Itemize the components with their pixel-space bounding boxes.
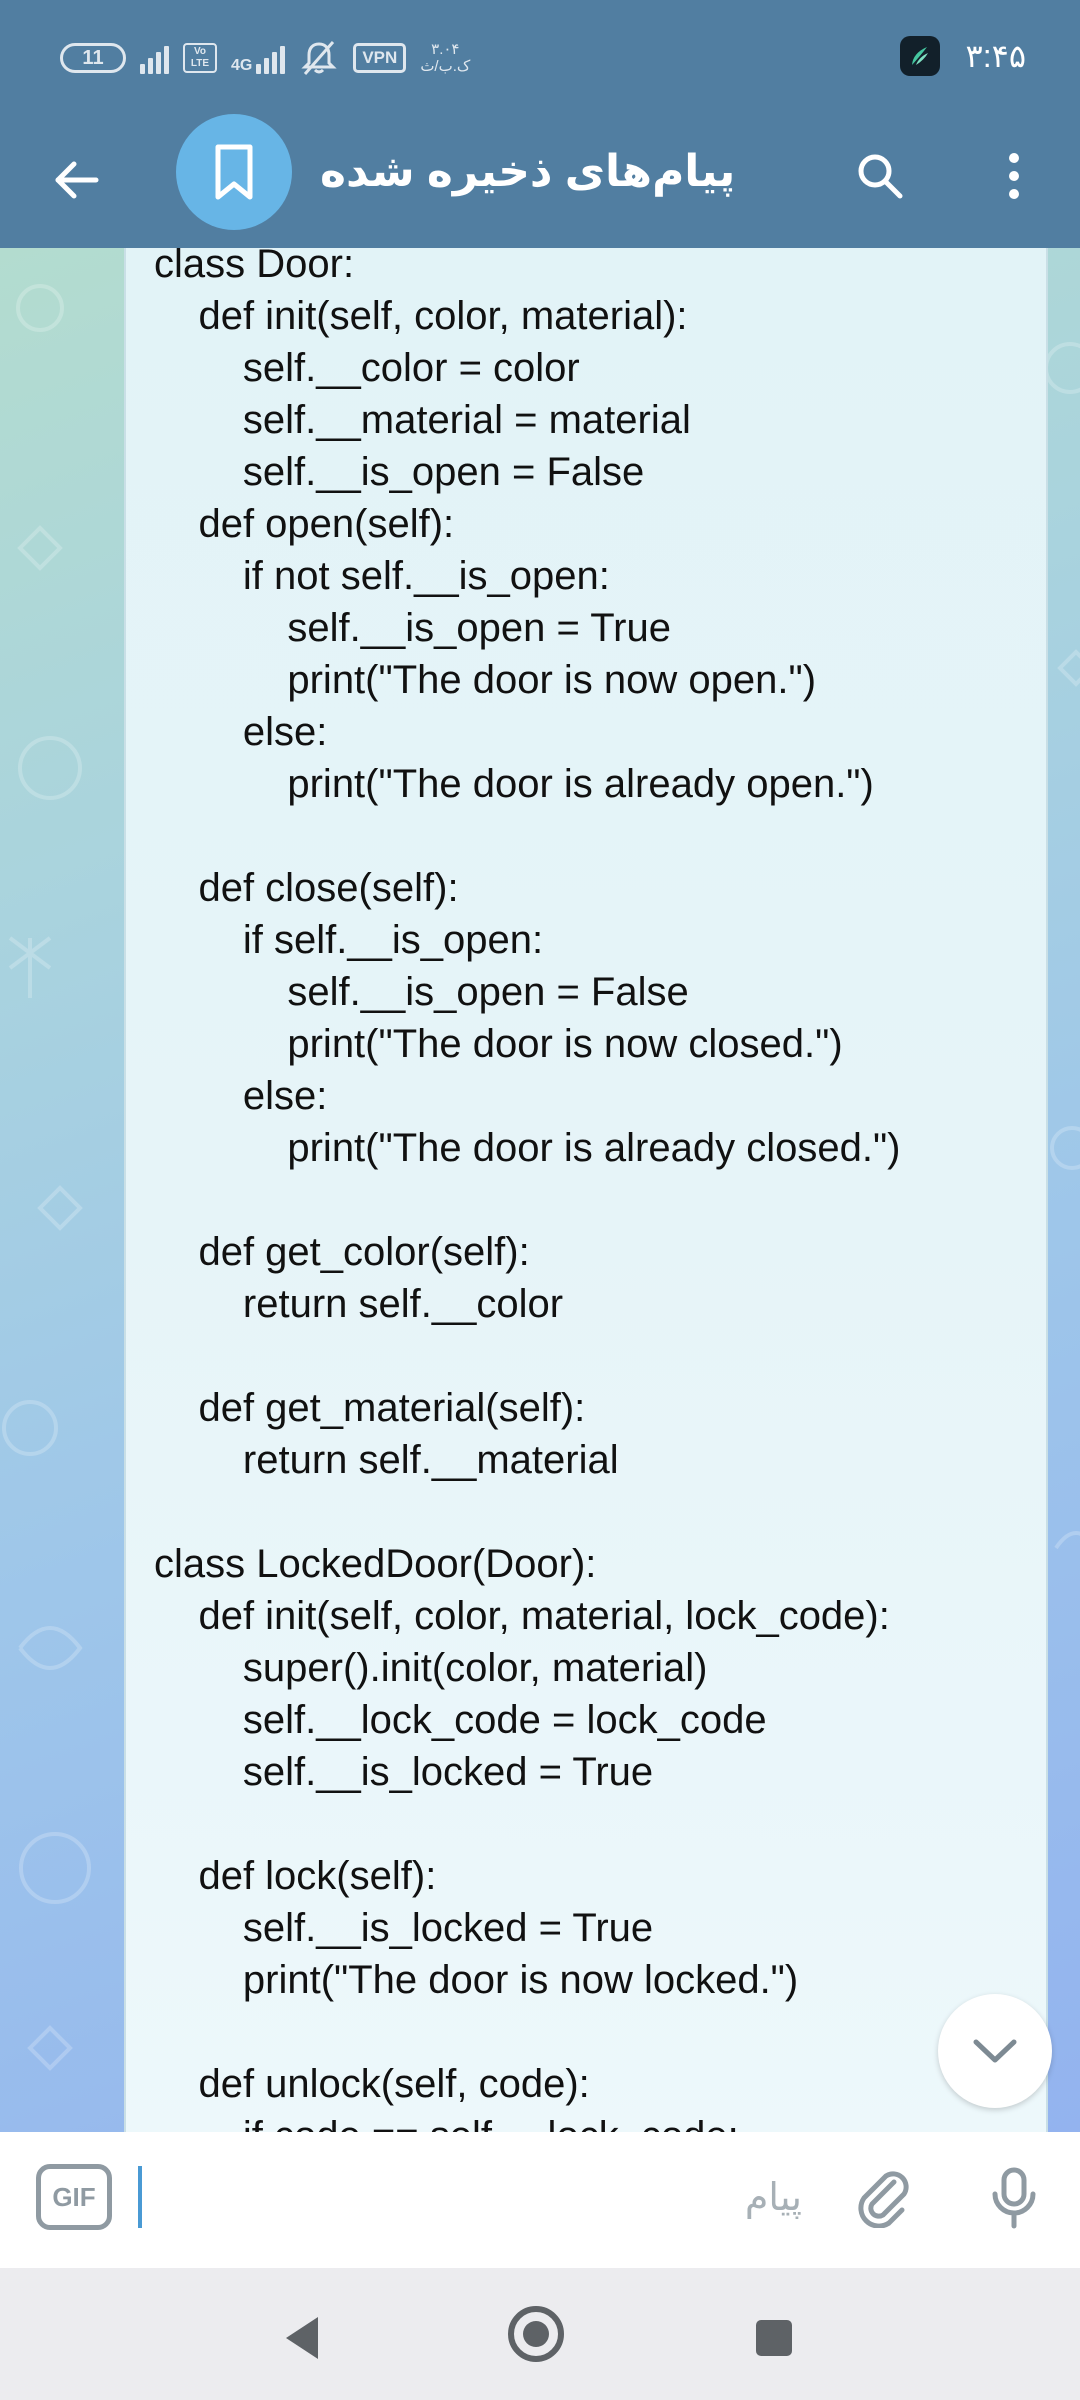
code-line: else: bbox=[154, 1074, 328, 1118]
microphone-icon bbox=[992, 2167, 1036, 2229]
signal-2-icon bbox=[256, 42, 286, 74]
bookmark-icon bbox=[215, 144, 253, 200]
code-line: if code == self.__lock_code: bbox=[154, 2110, 900, 2132]
clock: ۳:۴۵ bbox=[965, 38, 1026, 74]
code-line: class LockedDoor(Door): bbox=[154, 1542, 597, 1586]
message-input[interactable] bbox=[142, 2162, 802, 2232]
code-line: def get_material(self): bbox=[154, 1386, 586, 1430]
code-block: class Door: def init(self, color, materi… bbox=[154, 248, 900, 2132]
header: 11 Vo LTE 4G VPN ۳.۰۴ ک.ب/ث bbox=[0, 0, 1080, 248]
data-speed-unit: ک.ب/ث bbox=[420, 58, 471, 75]
code-line: def close(self): bbox=[154, 866, 459, 910]
code-line: self.__is_open = True bbox=[154, 606, 671, 650]
attach-button[interactable] bbox=[842, 2156, 926, 2240]
back-button[interactable] bbox=[36, 140, 116, 220]
code-line: def get_color(self): bbox=[154, 1230, 530, 1274]
system-navigation-bar bbox=[0, 2268, 1080, 2400]
code-line: class Door: bbox=[154, 248, 355, 286]
code-line: def lock(self): bbox=[154, 1854, 437, 1898]
network-4g-icon: 4G bbox=[231, 42, 286, 74]
code-line: print("The door is now locked.") bbox=[154, 1958, 799, 2002]
code-line: self.__is_locked = True bbox=[154, 1750, 654, 1794]
code-line: def open(self): bbox=[154, 502, 455, 546]
battery-icon: 11 bbox=[60, 43, 126, 73]
code-line: self.__is_open = False bbox=[154, 450, 645, 494]
status-bar: 11 Vo LTE 4G VPN ۳.۰۴ ک.ب/ث ۳:۴۵ bbox=[0, 0, 1080, 110]
triangle-back-icon bbox=[286, 2317, 318, 2359]
scroll-down-button[interactable] bbox=[938, 1994, 1052, 2108]
network-label: 4G bbox=[231, 57, 253, 74]
code-line: self.__is_open = False bbox=[154, 970, 689, 1014]
paperclip-icon bbox=[858, 2171, 909, 2228]
chevron-down-icon bbox=[973, 2039, 1017, 2063]
chat-title[interactable]: پیام‌های ذخیره شده bbox=[320, 140, 735, 204]
chat-area[interactable]: class Door: def init(self, color, materi… bbox=[0, 248, 1080, 2132]
signal-icon bbox=[140, 42, 169, 74]
more-vertical-icon bbox=[1009, 153, 1019, 199]
voice-message-button[interactable] bbox=[972, 2156, 1056, 2240]
code-line: print("The door is now closed.") bbox=[154, 1022, 843, 1066]
data-speed: ۳.۰۴ ک.ب/ث bbox=[420, 41, 470, 75]
gif-button[interactable]: GIF bbox=[36, 2164, 112, 2230]
message-input-bar: GIF bbox=[0, 2132, 1080, 2268]
code-line: self.__color = color bbox=[154, 346, 580, 390]
app-notification-icon bbox=[899, 36, 940, 76]
code-line: def init(self, color, material, lock_cod… bbox=[154, 1594, 890, 1638]
arrow-left-icon bbox=[55, 161, 99, 199]
search-button[interactable] bbox=[840, 136, 920, 216]
code-line: self.__lock_code = lock_code bbox=[154, 1698, 767, 1742]
battery-level: 11 bbox=[82, 46, 104, 69]
code-line: def unlock(self, code): bbox=[154, 2062, 590, 2106]
search-icon bbox=[858, 154, 903, 199]
code-line: print("The door is already open.") bbox=[154, 762, 874, 806]
nav-recents-button[interactable] bbox=[734, 2298, 814, 2378]
code-line: return self.__color bbox=[154, 1282, 564, 1326]
code-line: super().init(color, material) bbox=[154, 1646, 708, 1690]
message-bubble[interactable]: class Door: def init(self, color, materi… bbox=[124, 248, 1048, 2132]
home-circle-icon bbox=[508, 2306, 564, 2362]
code-line: if not self.__is_open: bbox=[154, 554, 610, 598]
code-line: if self.__is_open: bbox=[154, 918, 544, 962]
vpn-icon: VPN bbox=[353, 43, 407, 73]
code-line: return self.__material bbox=[154, 1438, 619, 1482]
status-indicators: 11 Vo LTE 4G VPN ۳.۰۴ ک.ب/ث bbox=[60, 34, 470, 82]
app-bar: پیام‌های ذخیره شده bbox=[0, 110, 1080, 248]
code-line: def init(self, color, material): bbox=[154, 294, 688, 338]
saved-messages-avatar[interactable] bbox=[176, 114, 292, 230]
code-line: else: bbox=[154, 710, 328, 754]
volte-icon: Vo LTE bbox=[183, 43, 217, 73]
nav-back-button[interactable] bbox=[262, 2298, 342, 2378]
more-options-button[interactable] bbox=[974, 136, 1054, 216]
code-line: self.__material = material bbox=[154, 398, 691, 442]
nav-home-button[interactable] bbox=[496, 2294, 576, 2374]
code-line: print("The door is now open.") bbox=[154, 658, 817, 702]
data-speed-value: ۳.۰۴ bbox=[431, 41, 460, 58]
code-line: self.__is_locked = True bbox=[154, 1906, 654, 1950]
notifications-off-icon bbox=[301, 41, 337, 75]
square-recents-icon bbox=[756, 2320, 792, 2356]
code-line: print("The door is already closed.") bbox=[154, 1126, 901, 1170]
status-right: ۳:۴۵ bbox=[899, 32, 1026, 80]
